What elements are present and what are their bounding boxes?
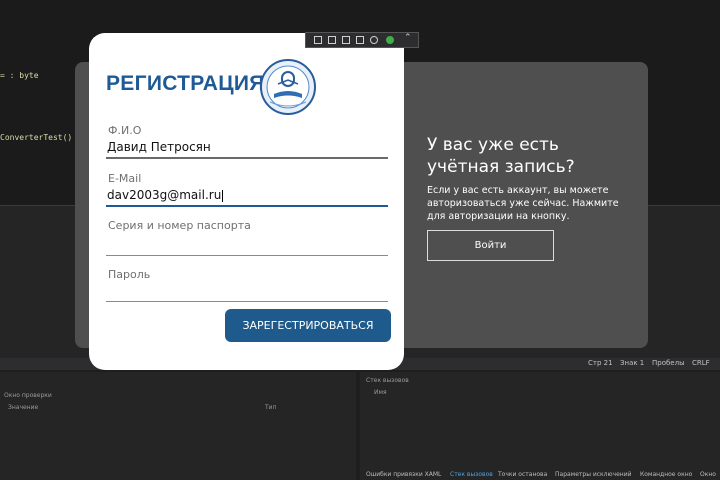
- track-focus-icon[interactable]: [328, 36, 336, 44]
- callstack-panel: Стек вызовов Имя: [360, 372, 720, 480]
- status-eol: CRLF: [692, 359, 710, 367]
- callstack-panel-header: Стек вызовов: [366, 377, 409, 384]
- tab-callstack[interactable]: Стек вызовов: [450, 471, 493, 478]
- fio-label: Ф.И.О: [108, 124, 142, 137]
- passport-input[interactable]: Серия и номер паспорта: [108, 219, 251, 232]
- status-line: Стр 21: [588, 359, 613, 367]
- collapse-toolbar-icon[interactable]: ⌃: [404, 33, 412, 43]
- hot-reload-icon[interactable]: [370, 36, 378, 44]
- registration-title: РЕГИСТРАЦИЯ: [106, 72, 265, 95]
- passport-underline: [106, 255, 388, 256]
- status-spaces: Пробелы: [652, 359, 685, 367]
- login-button[interactable]: Войти: [427, 230, 554, 261]
- tab-exceptions[interactable]: Параметры исключений: [555, 471, 632, 478]
- status-ok-icon: [386, 36, 394, 44]
- password-input[interactable]: Пароль: [108, 268, 150, 281]
- tab-command-window[interactable]: Командное окно: [640, 471, 692, 478]
- code-line: = : byte: [0, 71, 39, 80]
- register-button[interactable]: ЗАРЕГЕСТРИРОВАТЬСЯ: [225, 309, 391, 342]
- status-char: Знак 1: [620, 359, 645, 367]
- tab-window[interactable]: Окно: [700, 471, 716, 478]
- password-underline: [106, 301, 388, 302]
- fio-input[interactable]: Давид Петросян: [107, 140, 211, 154]
- xaml-debug-toolbar: ⌃: [305, 32, 419, 48]
- email-input[interactable]: dav2003g@mail.ru: [107, 188, 224, 202]
- tab-xaml-errors[interactable]: Ошибки привязки XAML: [366, 471, 441, 478]
- text-caret: [222, 189, 224, 202]
- layout-adorner-icon[interactable]: [342, 36, 350, 44]
- select-element-icon[interactable]: [314, 36, 322, 44]
- login-title: У вас уже есть учётная запись?: [427, 135, 575, 177]
- watch-col-type: Тип: [265, 404, 277, 411]
- watch-panel-header: Окно проверки: [4, 392, 52, 399]
- email-value: dav2003g@mail.ru: [107, 188, 222, 202]
- tab-breakpoints[interactable]: Точки останова: [498, 471, 547, 478]
- display-layout-icon[interactable]: [356, 36, 364, 44]
- fio-underline: [106, 157, 388, 159]
- watch-col-value: Значение: [8, 404, 39, 411]
- login-description: Если у вас есть аккаунт, вы можете автор…: [427, 185, 619, 222]
- logo-emblem-icon: [260, 59, 316, 115]
- code-line: ConverterTest(): [0, 133, 73, 142]
- email-label: E-Mail: [108, 172, 142, 185]
- callstack-col-name: Имя: [374, 389, 387, 396]
- watch-panel: Окно проверки Значение Тип: [0, 372, 356, 480]
- email-underline: [106, 205, 388, 207]
